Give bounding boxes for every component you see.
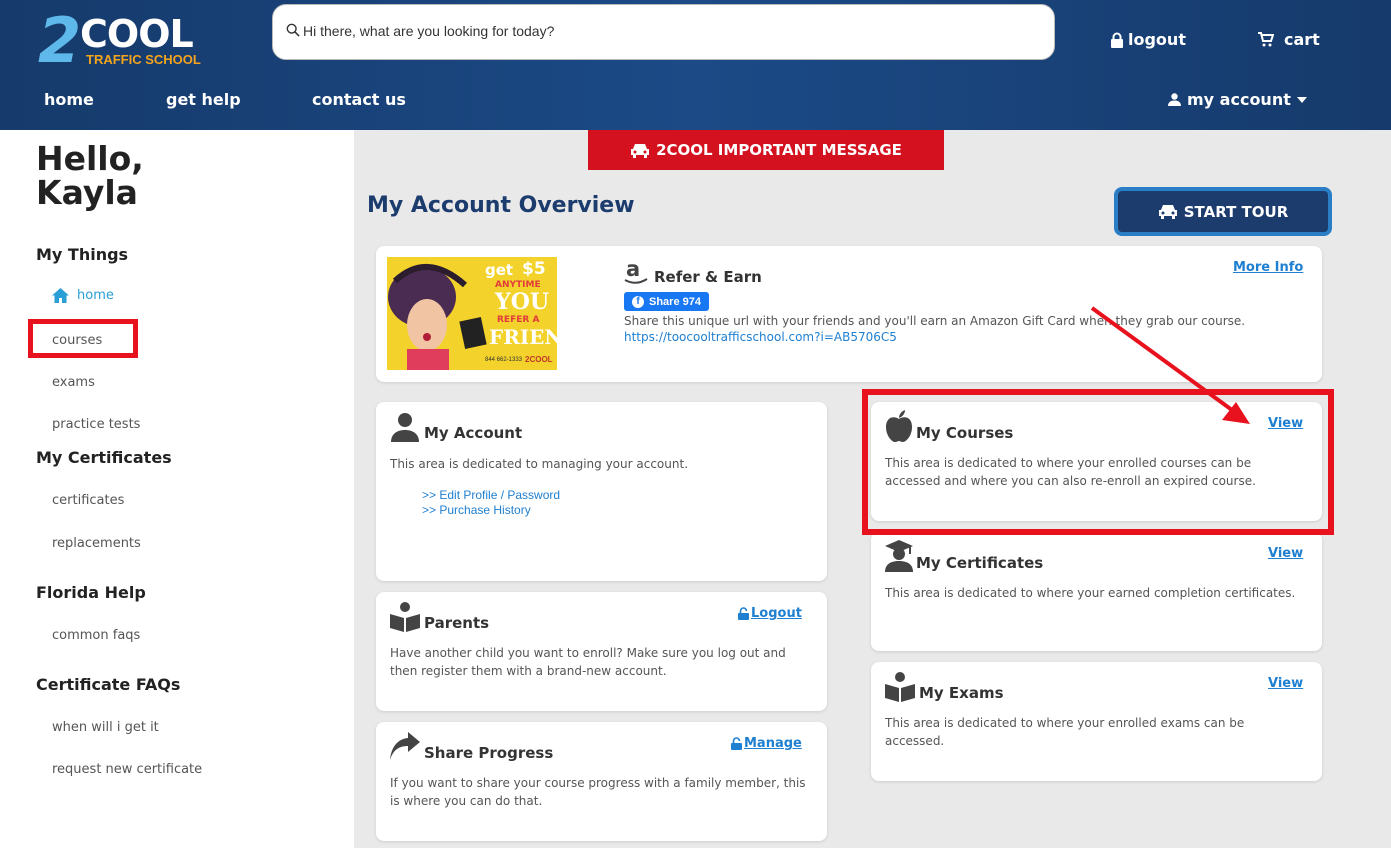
purchase-history-link[interactable]: >> Purchase History <box>422 503 531 517</box>
home-icon <box>52 288 69 303</box>
share-progress-card: Share Progress Manage If you want to sha… <box>376 722 827 841</box>
nav-home[interactable]: home <box>44 90 94 109</box>
parents-title: Parents <box>424 614 490 632</box>
user-icon <box>1168 93 1181 106</box>
promo-text-amount: $5 <box>522 259 546 279</box>
my-exams-title: My Exams <box>919 684 1004 702</box>
my-certificates-title: My Certificates <box>916 554 1044 572</box>
promo-text-get: get <box>485 261 514 279</box>
reading-icon <box>390 602 420 632</box>
unlock-icon <box>731 737 742 750</box>
sidebar-item-common-faqs[interactable]: common faqs <box>52 628 140 643</box>
user-name: Kayla <box>36 173 138 212</box>
logo-number: 2 <box>38 4 81 77</box>
share-label: Share 974 <box>649 295 701 308</box>
edit-profile-link[interactable]: >> Edit Profile / Password <box>422 488 560 502</box>
car-icon <box>631 143 650 158</box>
my-account-label: my account <box>1187 90 1291 109</box>
highlight-box-courses <box>28 319 138 358</box>
my-exams-card: My Exams View This area is dedicated to … <box>871 662 1322 781</box>
my-certificates-view-link[interactable]: View <box>1268 546 1303 561</box>
share-progress-manage-link[interactable]: Manage <box>731 736 802 751</box>
section-my-certificates: My Certificates <box>36 448 172 467</box>
logout-label: logout <box>1128 30 1186 49</box>
nav-contact-us[interactable]: contact us <box>312 90 406 109</box>
car-icon <box>1158 205 1177 219</box>
refer-earn-card: get $5 ANYTIME YOU REFER A FRIEND 844 66… <box>376 246 1322 382</box>
my-certificates-description: This area is dedicated to where your ear… <box>885 586 1296 600</box>
promo-text-refer: REFER A <box>497 315 540 325</box>
my-exams-description: This area is dedicated to where your enr… <box>885 716 1245 748</box>
sidebar-item-practice-tests[interactable]: practice tests <box>52 417 140 432</box>
logo-subtitle: TRAFFIC SCHOOL <box>86 52 201 67</box>
chevron-down-icon <box>1296 96 1307 103</box>
promo-text-phone: 844 662-1333 <box>485 357 523 363</box>
promo-text-friend: FRIEND <box>489 325 557 349</box>
highlight-box-my-courses <box>862 389 1334 535</box>
graduate-icon <box>885 540 913 572</box>
promo-text-brand: 2COOL <box>525 355 553 364</box>
section-florida-help: Florida Help <box>36 583 146 602</box>
section-certificate-faqs: Certificate FAQs <box>36 675 181 694</box>
my-account-dropdown[interactable]: my account <box>1168 90 1307 109</box>
search-input[interactable] <box>303 17 1033 45</box>
refer-earn-title: Refer & Earn <box>654 268 762 286</box>
my-account-description: This area is dedicated to managing your … <box>390 457 689 471</box>
sidebar-item-replacements[interactable]: replacements <box>52 536 141 551</box>
parents-card: Parents Logout Have another child you wa… <box>376 592 827 711</box>
unlock-icon <box>738 607 749 620</box>
facebook-icon: f <box>632 295 644 308</box>
more-info-link[interactable]: More Info <box>1233 260 1303 275</box>
search-icon <box>286 23 300 37</box>
start-tour-button[interactable]: START TOUR <box>1114 187 1332 236</box>
search-bar[interactable] <box>272 4 1055 60</box>
section-my-things: My Things <box>36 245 129 264</box>
sidebar-item-home[interactable]: home <box>52 288 114 303</box>
share-progress-manage-label: Manage <box>744 736 802 751</box>
logout-link[interactable]: logout <box>1110 30 1186 49</box>
parents-logout-link[interactable]: Logout <box>738 606 802 621</box>
svg-text:a: a <box>626 258 640 281</box>
refer-earn-description: Share this unique url with your friends … <box>624 314 1246 328</box>
page-title: My Account Overview <box>367 193 635 218</box>
logo[interactable]: 2 COOL TRAFFIC SCHOOL <box>38 4 208 77</box>
sidebar-item-when-will-i-get-it[interactable]: when will i get it <box>52 720 159 735</box>
my-exams-view-link[interactable]: View <box>1268 676 1303 691</box>
refer-friend-promo-image: get $5 ANYTIME YOU REFER A FRIEND 844 66… <box>387 257 557 370</box>
cart-link[interactable]: cart <box>1258 30 1320 49</box>
important-message-label: 2COOL IMPORTANT MESSAGE <box>656 141 902 159</box>
my-account-title: My Account <box>424 424 523 442</box>
promo-text-you: YOU <box>495 289 550 315</box>
share-progress-description: If you want to share your course progres… <box>390 776 806 808</box>
important-message-button[interactable]: 2COOL IMPORTANT MESSAGE <box>588 130 944 170</box>
greeting: Hello, Kayla <box>36 142 144 210</box>
logo-word: COOL <box>80 12 194 56</box>
start-tour-label: START TOUR <box>1183 202 1289 221</box>
my-account-card: My Account This area is dedicated to man… <box>376 402 827 581</box>
parents-description: Have another child you want to enroll? M… <box>390 646 786 678</box>
cart-label: cart <box>1284 30 1320 49</box>
sidebar-item-certificates[interactable]: certificates <box>52 493 124 508</box>
sidebar-item-label: home <box>77 288 114 303</box>
my-certificates-card: My Certificates View This area is dedica… <box>871 532 1322 651</box>
share-arrow-icon <box>390 732 420 760</box>
parents-logout-label: Logout <box>751 606 802 621</box>
share-progress-title: Share Progress <box>424 744 554 762</box>
nav-get-help[interactable]: get help <box>166 90 241 109</box>
sidebar-item-request-new-certificate[interactable]: request new certificate <box>52 762 202 777</box>
reading-icon <box>885 672 915 702</box>
site-header: 2 COOL TRAFFIC SCHOOL logout cart home g… <box>0 0 1391 130</box>
facebook-share-button[interactable]: f Share 974 <box>624 292 709 311</box>
user-icon <box>391 413 419 442</box>
referral-url-link[interactable]: https://toocooltrafficschool.com?i=AB570… <box>624 330 897 344</box>
sidebar: Hello, Kayla My Things home courses exam… <box>0 130 354 848</box>
greeting-line: Hello, <box>36 139 144 178</box>
sidebar-item-exams[interactable]: exams <box>52 375 95 390</box>
amazon-icon: a <box>624 258 648 284</box>
lock-icon <box>1111 32 1123 48</box>
cart-icon <box>1258 32 1274 47</box>
